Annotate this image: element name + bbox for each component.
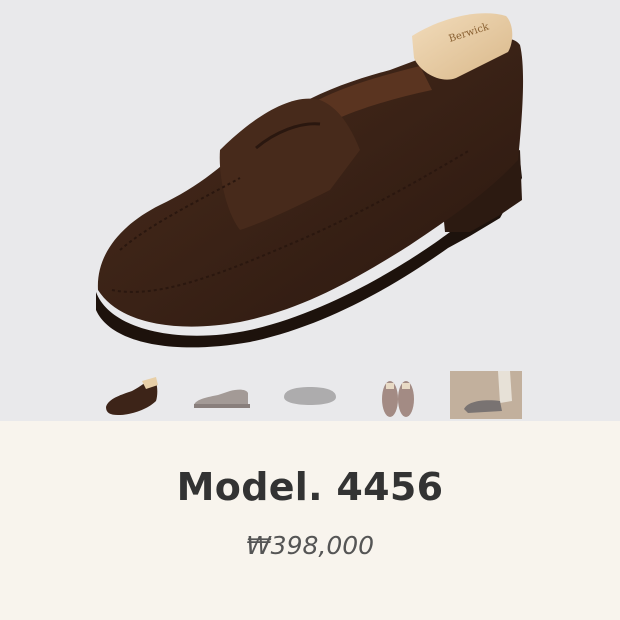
thumbnail-strip (0, 365, 620, 421)
main-product-image[interactable]: Berwick (0, 0, 620, 365)
loafer-pair-icon (382, 381, 414, 417)
shoe-side-icon (194, 389, 250, 408)
thumbnail-2[interactable] (186, 371, 258, 419)
loafer-side-icon (106, 377, 158, 415)
worn-shoe-photo-icon (450, 371, 522, 419)
thumbnail-5[interactable] (450, 371, 522, 419)
product-price: ₩398,000 (245, 531, 375, 560)
loafer-photo-icon: Berwick (96, 13, 524, 348)
product-title: Model. 4456 (176, 465, 444, 509)
product-gallery: Berwick (0, 0, 620, 421)
thumbnail-3[interactable] (274, 371, 346, 419)
shoe-sole-icon (284, 387, 336, 405)
product-card: Berwick Model. 4456 ₩398,000 (0, 0, 620, 620)
product-info: Model. 4456 ₩398,000 (0, 421, 620, 620)
thumbnail-1[interactable] (98, 371, 170, 419)
thumbnail-4[interactable] (362, 371, 434, 419)
